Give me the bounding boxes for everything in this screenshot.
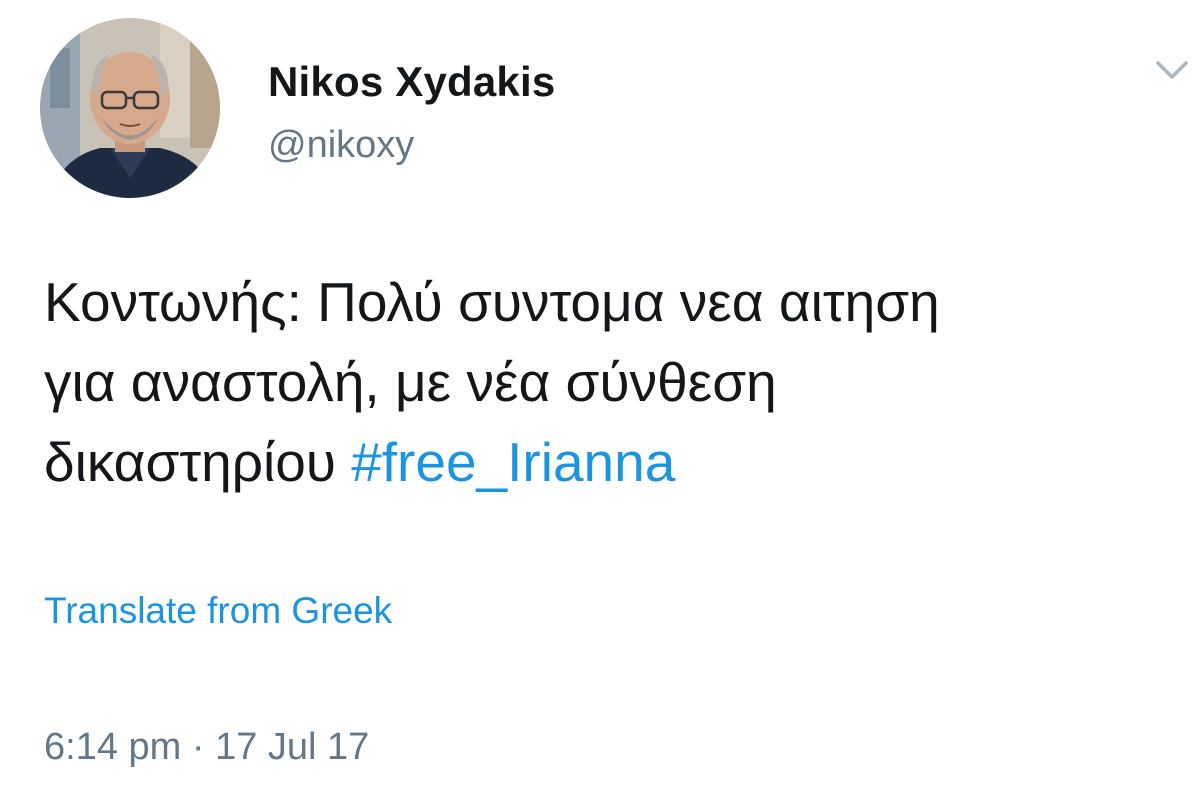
hashtag-link[interactable]: #free_Irianna: [351, 431, 675, 493]
tweet-text-segment: δικαστηρίου: [44, 431, 352, 493]
tweet-text-line: δικαστηρίου #free_Irianna: [44, 422, 1174, 502]
tweet-text: Κοντωνής: Πολύ συντομα νεα αιτηση για αν…: [44, 262, 1174, 502]
author-display-name[interactable]: Nikos Xydakis: [268, 58, 555, 106]
tweet-text-line: Κοντωνής: Πολύ συντομα νεα αιτηση: [44, 271, 940, 333]
translate-link[interactable]: Translate from Greek: [44, 590, 392, 632]
avatar-photo-icon: [40, 18, 220, 198]
avatar[interactable]: [40, 18, 220, 198]
tweet-timestamp[interactable]: 6:14 pm · 17 Jul 17: [44, 726, 369, 769]
author-handle[interactable]: @nikoxy: [268, 124, 414, 167]
tweet-card: Nikos Xydakis @nikoxy Κοντωνής: Πολύ συν…: [0, 0, 1200, 793]
chevron-down-icon: [1156, 61, 1188, 79]
tweet-menu-button[interactable]: [1152, 56, 1192, 84]
tweet-text-line: για αναστολή, με νέα σύνθεση: [44, 351, 777, 413]
